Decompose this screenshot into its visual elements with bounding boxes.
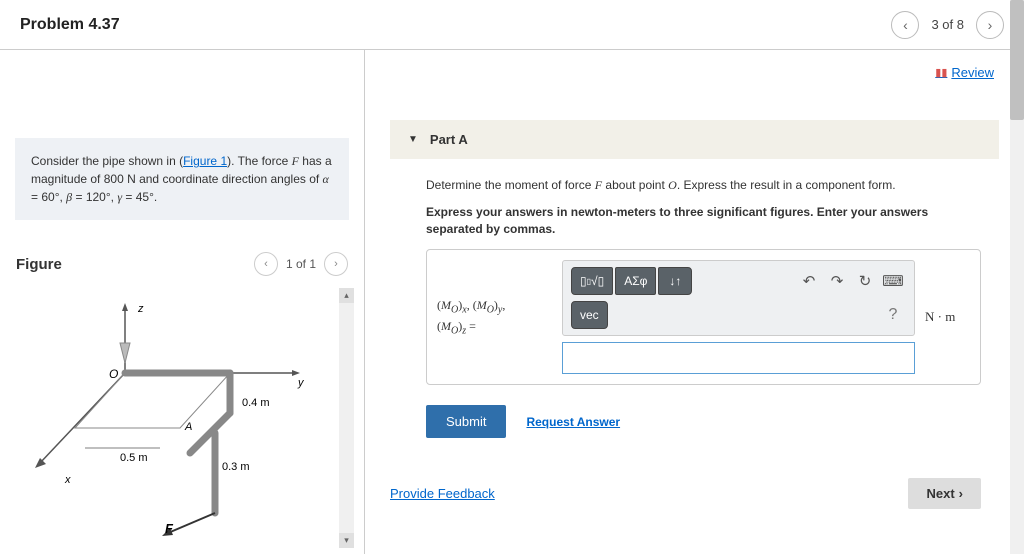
part-a-body: Determine the moment of force F about po… (390, 159, 999, 385)
figure-nav: ‹ 1 of 1 › (254, 252, 348, 276)
next-figure-button[interactable]: › (324, 252, 348, 276)
arrows-tool-button[interactable]: ↓↑ (658, 267, 692, 295)
page-header: Problem 4.37 ‹ 3 of 8 › (0, 0, 1024, 50)
next-button[interactable]: Next › (908, 478, 981, 509)
instruction-text: Express your answers in newton-meters to… (426, 204, 981, 238)
dim-1: 0.4 m (242, 397, 270, 409)
request-answer-link[interactable]: Request Answer (526, 415, 620, 429)
alpha-value: = 60°, (31, 190, 66, 204)
problem-text-1: Consider the pipe shown in ( (31, 154, 183, 168)
problem-text-2: ). The force (227, 154, 291, 168)
scroll-up-icon[interactable]: ▴ (339, 288, 354, 303)
q-text-3: . Express the result in a component form… (677, 178, 896, 192)
figure-title: Figure (16, 256, 62, 273)
main-content: Consider the pipe shown in (Figure 1). T… (0, 50, 1024, 554)
equation-toolbar: ▯▯√▯ ΑΣφ ↓↑ ↶ ↷ ↻ ⌨ (562, 260, 915, 336)
chevron-right-icon: › (959, 486, 963, 501)
bottom-row: Provide Feedback Next › (390, 478, 999, 509)
problem-text-4: and coordinate direction angles of (136, 172, 323, 186)
provide-feedback-link[interactable]: Provide Feedback (390, 486, 495, 501)
axis-y-label: y (297, 377, 305, 389)
help-button[interactable]: ? (880, 302, 906, 328)
axis-x-label: x (64, 474, 71, 486)
figure-diagram: z y x O A (10, 288, 330, 538)
beta-value: = 120°, (72, 190, 117, 204)
q-text-2: about point (602, 178, 668, 192)
figure-scrollbar[interactable]: ▴ ▾ (339, 288, 354, 548)
force-label: F (165, 521, 174, 536)
answer-box: (MO)x, (MO)y, (MO)z = ▯▯√▯ ΑΣφ ↓↑ ↶ (426, 249, 981, 385)
greek-tool-button[interactable]: ΑΣφ (615, 267, 656, 295)
vec-tool-button[interactable]: vec (571, 301, 608, 329)
force-variable: F (292, 154, 299, 168)
answer-variables: (MO)x, (MO)y, (MO)z = (437, 296, 552, 339)
review-link[interactable]: ▮▮ Review (935, 65, 994, 80)
collapse-icon: ▼ (408, 134, 418, 145)
figure-link[interactable]: Figure 1 (183, 154, 227, 168)
q-force-var: F (595, 178, 602, 192)
undo-button[interactable]: ↶ (796, 268, 822, 294)
axis-z-label: z (137, 303, 144, 315)
reset-button[interactable]: ↻ (852, 268, 878, 294)
dim-3: 0.3 m (222, 461, 250, 473)
dim-2: 0.5 m (120, 452, 148, 464)
scroll-thumb[interactable] (1010, 0, 1024, 120)
scroll-down-icon[interactable]: ▾ (339, 533, 354, 548)
review-label: Review (951, 65, 994, 80)
prev-figure-button[interactable]: ‹ (254, 252, 278, 276)
part-a-header[interactable]: ▼ Part A (390, 120, 999, 159)
template-tool-button[interactable]: ▯▯√▯ (571, 267, 613, 295)
part-a-title: Part A (430, 132, 468, 147)
q-text-1: Determine the moment of force (426, 178, 595, 192)
book-icon: ▮▮ (935, 66, 947, 79)
answer-input[interactable] (562, 342, 915, 374)
keyboard-button[interactable]: ⌨ (880, 268, 906, 294)
submit-row: Submit Request Answer (390, 405, 999, 438)
figure-nav-label: 1 of 1 (286, 257, 316, 271)
page-scrollbar[interactable] (1010, 0, 1024, 554)
problem-nav-label: 3 of 8 (931, 17, 964, 32)
gamma-value: = 45°. (122, 190, 157, 204)
answer-unit: N · m (925, 309, 970, 325)
problem-nav: ‹ 3 of 8 › (891, 11, 1004, 39)
problem-title: Problem 4.37 (20, 16, 120, 34)
next-problem-button[interactable]: › (976, 11, 1004, 39)
prev-problem-button[interactable]: ‹ (891, 11, 919, 39)
right-pane: ▮▮ Review ▼ Part A Determine the moment … (365, 50, 1024, 554)
submit-button[interactable]: Submit (426, 405, 506, 438)
problem-statement: Consider the pipe shown in (Figure 1). T… (15, 138, 349, 220)
question-text: Determine the moment of force F about po… (426, 177, 981, 194)
left-pane: Consider the pipe shown in (Figure 1). T… (0, 50, 365, 554)
alpha-var: α (323, 172, 329, 186)
figure-header: Figure ‹ 1 of 1 › (0, 240, 364, 288)
figure-container: z y x O A (10, 288, 354, 548)
unit-newton: N (127, 172, 136, 186)
point-o-label: O (109, 367, 118, 381)
next-label: Next (926, 486, 954, 501)
redo-button[interactable]: ↷ (824, 268, 850, 294)
point-a-label: A (184, 421, 192, 433)
q-point-o: O (668, 178, 677, 192)
